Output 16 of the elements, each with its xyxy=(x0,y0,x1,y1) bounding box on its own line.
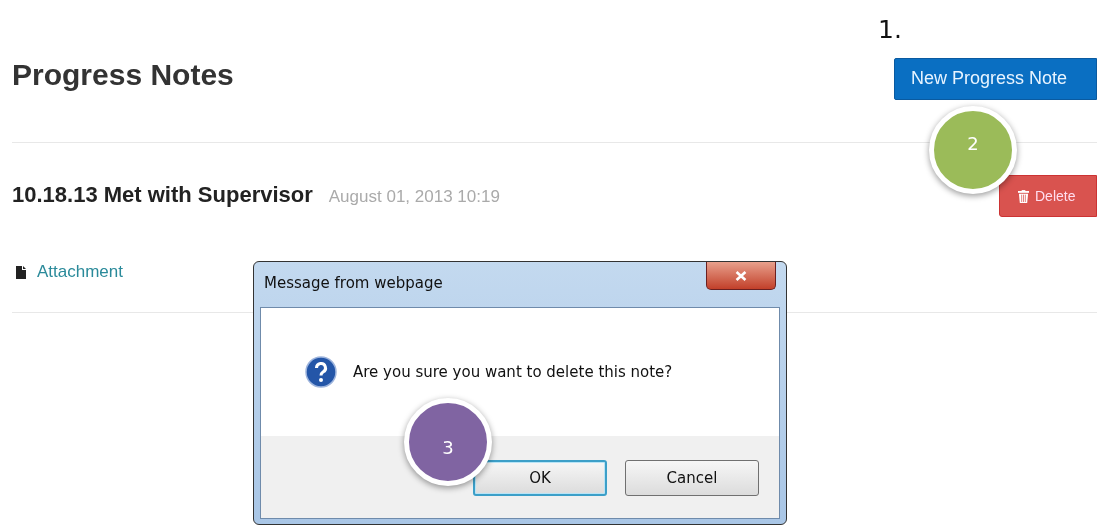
step-number: 1. xyxy=(878,16,902,44)
question-icon xyxy=(305,356,337,388)
trash-icon xyxy=(1018,189,1029,203)
file-icon xyxy=(16,265,26,279)
close-icon xyxy=(735,270,747,281)
dialog-button[interactable]: Cancel xyxy=(625,460,759,496)
delete-button[interactable]: Delete xyxy=(999,175,1097,217)
note-title: 10.18.13 Met with Supervisor xyxy=(12,182,313,208)
page-title: Progress Notes xyxy=(12,58,234,92)
new-progress-note-button[interactable]: New Progress Note xyxy=(894,58,1097,100)
dialog-message: Are you sure you want to delete this note? xyxy=(353,363,673,381)
close-button[interactable] xyxy=(706,262,776,290)
dialog-button[interactable]: OK xyxy=(473,460,607,496)
attachment-link[interactable]: Attachment xyxy=(37,262,123,282)
dialog-title: Message from webpage xyxy=(264,274,443,292)
note-date: August 01, 2013 10:19 xyxy=(328,187,500,207)
